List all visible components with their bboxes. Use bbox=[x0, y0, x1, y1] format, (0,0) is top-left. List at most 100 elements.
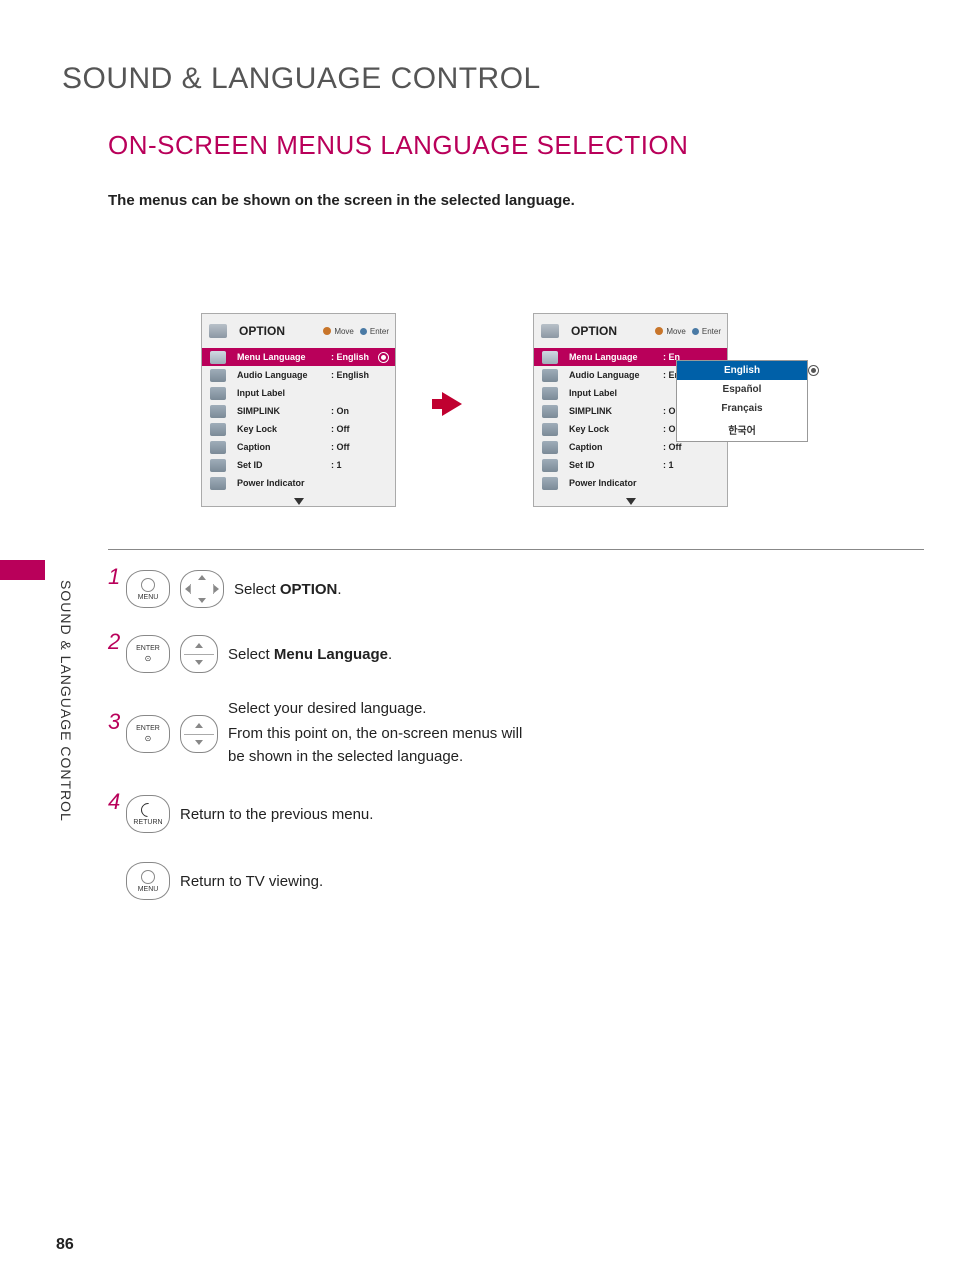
osd-body: Menu Language: EnglishAudio Language: En… bbox=[202, 348, 395, 492]
osd-row-label: SIMPLINK bbox=[233, 406, 327, 416]
osd-row-value: : On bbox=[327, 406, 395, 416]
osd-row-label: Set ID bbox=[565, 460, 659, 470]
step-text: Select your desired language. bbox=[228, 700, 528, 717]
side-vertical-label: SOUND & LANGUAGE CONTROL bbox=[58, 580, 74, 822]
chevron-down-icon bbox=[195, 660, 203, 665]
osd-row-label: Menu Language bbox=[233, 352, 327, 362]
osd-header: OPTION Move Enter bbox=[202, 314, 395, 348]
step-number: 3 bbox=[108, 709, 120, 735]
osd-row-icon bbox=[202, 384, 233, 402]
osd-row-value: : English bbox=[327, 370, 395, 380]
osd-row-label: Caption bbox=[233, 442, 327, 452]
updown-button[interactable] bbox=[180, 635, 218, 673]
osd-category-icon bbox=[209, 324, 227, 338]
chevron-down-icon bbox=[195, 740, 203, 745]
step-5: . MENU Return to TV viewing. bbox=[108, 862, 323, 900]
osd-row-label: SIMPLINK bbox=[565, 406, 659, 416]
osd-row-label: Key Lock bbox=[565, 424, 659, 434]
osd-row[interactable]: Audio Language: English bbox=[202, 366, 395, 384]
radio-icon bbox=[808, 365, 819, 376]
side-accent-tab bbox=[0, 560, 45, 580]
dropdown-option[interactable]: English bbox=[677, 361, 807, 380]
chevron-down-icon bbox=[626, 498, 636, 505]
hint-move: Move bbox=[334, 327, 354, 336]
osd-row[interactable]: Power Indicator bbox=[534, 474, 727, 492]
osd-row-icon bbox=[202, 438, 233, 456]
language-dropdown[interactable]: EnglishEspañolFrançais한국어 bbox=[676, 360, 808, 442]
return-icon bbox=[138, 800, 158, 820]
osd-row-value: : English bbox=[327, 352, 378, 362]
section-heading: SOUND & LANGUAGE CONTROL bbox=[62, 62, 541, 96]
osd-row-label: Key Lock bbox=[233, 424, 327, 434]
osd-row[interactable]: Menu Language: English bbox=[202, 348, 395, 366]
enter-icon bbox=[692, 328, 699, 335]
osd-row-icon bbox=[202, 348, 233, 366]
dropdown-option[interactable]: Español bbox=[677, 380, 807, 399]
osd-more-indicator bbox=[534, 492, 727, 506]
chevron-left-icon bbox=[185, 585, 190, 593]
menu-button[interactable]: MENU bbox=[126, 570, 170, 608]
step-number: 1 bbox=[108, 564, 120, 590]
chevron-down-icon bbox=[198, 598, 206, 603]
osd-row-value: : 1 bbox=[659, 460, 727, 470]
osd-row-icon bbox=[534, 384, 565, 402]
step-number: 4 bbox=[108, 789, 120, 815]
osd-row-icon bbox=[534, 348, 565, 366]
dropdown-option[interactable]: Français bbox=[677, 399, 807, 418]
osd-row-label: Menu Language bbox=[565, 352, 659, 362]
osd-row-icon bbox=[534, 366, 565, 384]
osd-panel-left: OPTION Move Enter Menu Language: English… bbox=[201, 313, 396, 507]
transition-arrow-icon bbox=[442, 392, 462, 416]
dropdown-option[interactable]: 한국어 bbox=[677, 418, 807, 441]
step-3: 3 ENTER⊙ Select your desired language. F… bbox=[108, 700, 528, 768]
osd-row[interactable]: Caption: Off bbox=[202, 438, 395, 456]
osd-row-icon bbox=[534, 402, 565, 420]
osd-row-icon bbox=[202, 474, 233, 492]
osd-row[interactable]: SIMPLINK: On bbox=[202, 402, 395, 420]
osd-row-value: : Off bbox=[659, 442, 727, 452]
chevron-up-icon bbox=[195, 723, 203, 728]
step-2: 2 ENTER⊙ Select Menu Language. bbox=[108, 635, 392, 673]
section-divider bbox=[108, 549, 924, 550]
step-text: Return to TV viewing. bbox=[180, 873, 323, 890]
chevron-down-icon bbox=[294, 498, 304, 505]
chevron-up-icon bbox=[198, 575, 206, 580]
updown-button[interactable] bbox=[180, 715, 218, 753]
page-number: 86 bbox=[56, 1236, 74, 1254]
move-icon bbox=[655, 327, 663, 335]
enter-icon bbox=[360, 328, 367, 335]
osd-title: OPTION bbox=[233, 324, 291, 338]
osd-row-icon bbox=[534, 474, 565, 492]
menu-button[interactable]: MENU bbox=[126, 862, 170, 900]
osd-row-icon bbox=[534, 438, 565, 456]
osd-row-label: Power Indicator bbox=[565, 478, 659, 488]
osd-row-label: Power Indicator bbox=[233, 478, 327, 488]
step-text: Select OPTION. bbox=[234, 581, 342, 598]
osd-row[interactable]: Key Lock: Off bbox=[202, 420, 395, 438]
intro-text: The menus can be shown on the screen in … bbox=[108, 192, 575, 209]
step-number: 2 bbox=[108, 629, 120, 655]
osd-row[interactable]: Set ID: 1 bbox=[202, 456, 395, 474]
osd-row-value: : Off bbox=[327, 424, 395, 434]
step-4: 4 RETURN Return to the previous menu. bbox=[108, 795, 373, 833]
dpad-button[interactable] bbox=[180, 570, 224, 608]
osd-row-label: Audio Language bbox=[565, 370, 659, 380]
osd-category-icon bbox=[541, 324, 559, 338]
osd-row-label: Set ID bbox=[233, 460, 327, 470]
enter-button[interactable]: ENTER⊙ bbox=[126, 635, 170, 673]
enter-button[interactable]: ENTER⊙ bbox=[126, 715, 170, 753]
osd-row-icon bbox=[202, 366, 233, 384]
page-title: ON-SCREEN MENUS LANGUAGE SELECTION bbox=[108, 130, 688, 161]
osd-row[interactable]: Set ID: 1 bbox=[534, 456, 727, 474]
osd-more-indicator bbox=[202, 492, 395, 506]
return-button[interactable]: RETURN bbox=[126, 795, 170, 833]
osd-row[interactable]: Input Label bbox=[202, 384, 395, 402]
step-1: 1 MENU Select OPTION. bbox=[108, 570, 342, 608]
osd-row-icon bbox=[202, 402, 233, 420]
chevron-right-icon bbox=[214, 585, 219, 593]
osd-row-icon bbox=[202, 420, 233, 438]
osd-row[interactable]: Power Indicator bbox=[202, 474, 395, 492]
step-text: From this point on, the on-screen menus … bbox=[228, 723, 528, 768]
hint-enter: Enter bbox=[370, 327, 389, 336]
radio-icon bbox=[378, 352, 389, 363]
